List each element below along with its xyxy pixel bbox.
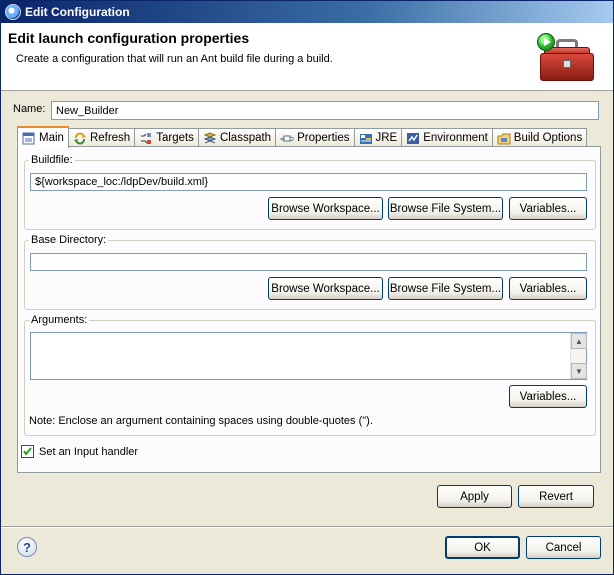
scroll-down-icon[interactable]: ▼: [571, 363, 587, 379]
help-icon[interactable]: ?: [17, 537, 37, 557]
button-bar-separator: [1, 526, 613, 528]
checkmark-icon: [23, 447, 32, 456]
window-title: Edit Configuration: [25, 5, 130, 19]
ok-button[interactable]: OK: [445, 536, 520, 559]
build-options-icon: [497, 132, 511, 145]
run-icon: [537, 33, 555, 51]
tab-build-options[interactable]: Build Options: [491, 128, 588, 147]
tab-label: Main: [39, 132, 64, 144]
base-directory-label: Base Directory:: [29, 234, 109, 246]
revert-button[interactable]: Revert: [518, 485, 594, 508]
base-directory-browse-file-system-button[interactable]: Browse File System...: [388, 277, 503, 300]
toolbox-icon: [532, 33, 598, 85]
base-directory-variables-button[interactable]: Variables...: [509, 277, 587, 300]
tab-label: Classpath: [219, 132, 272, 144]
tab-label: Refresh: [89, 132, 131, 144]
refresh-icon: [73, 132, 87, 145]
tab-targets[interactable]: Targets: [134, 128, 199, 147]
name-input[interactable]: [51, 101, 599, 120]
arguments-scrollbar[interactable]: ▲ ▼: [570, 333, 587, 379]
input-handler-checkbox[interactable]: [21, 445, 34, 458]
main-tab-icon: [22, 132, 36, 145]
base-directory-group: Base Directory: Browse Workspace... Brow…: [24, 234, 596, 310]
buildfile-group: Buildfile: Browse Workspace... Browse Fi…: [24, 154, 596, 230]
edit-configuration-dialog: Edit Configuration Edit launch configura…: [0, 0, 614, 575]
jre-icon: [359, 132, 373, 145]
tab-label: Properties: [297, 132, 350, 144]
classpath-icon: [203, 131, 217, 145]
title-bar[interactable]: Edit Configuration: [1, 1, 613, 23]
buildfile-browse-workspace-button[interactable]: Browse Workspace...: [268, 197, 383, 220]
arguments-label: Arguments:: [29, 314, 90, 326]
name-row: Name:: [13, 103, 51, 115]
cancel-button[interactable]: Cancel: [526, 536, 601, 559]
tab-main[interactable]: Main: [17, 126, 69, 148]
input-handler-label: Set an Input handler: [39, 445, 139, 458]
targets-icon: [139, 132, 153, 145]
tab-jre[interactable]: JRE: [353, 128, 403, 147]
tab-label: Environment: [423, 132, 488, 144]
tab-classpath[interactable]: Classpath: [197, 128, 277, 147]
dialog-header: Edit launch configuration properties Cre…: [1, 23, 613, 91]
scroll-up-icon[interactable]: ▲: [571, 333, 587, 349]
buildfile-input[interactable]: [30, 173, 587, 191]
tab-properties[interactable]: < > Properties: [275, 128, 355, 147]
properties-icon: < >: [280, 132, 296, 145]
main-tab-panel: Buildfile: Browse Workspace... Browse Fi…: [17, 146, 601, 473]
buildfile-label: Buildfile:: [29, 154, 75, 166]
arguments-textarea[interactable]: ▲ ▼: [30, 332, 587, 380]
tab-bar: Main Refresh Targets Classpath < > Proper…: [17, 126, 588, 148]
tab-label: Targets: [156, 132, 194, 144]
name-label: Name:: [13, 103, 46, 115]
base-directory-browse-workspace-button[interactable]: Browse Workspace...: [268, 277, 383, 300]
buildfile-variables-button[interactable]: Variables...: [509, 197, 587, 220]
arguments-group: Arguments: ▲ ▼ Variables... Note: Enclos…: [24, 314, 596, 436]
header-subtitle: Create a configuration that will run an …: [16, 53, 333, 65]
tab-refresh[interactable]: Refresh: [67, 128, 136, 147]
arguments-note: Note: Enclose an argument containing spa…: [29, 415, 373, 427]
apply-button[interactable]: Apply: [437, 485, 512, 508]
base-directory-input[interactable]: [30, 253, 587, 271]
buildfile-browse-file-system-button[interactable]: Browse File System...: [388, 197, 503, 220]
environment-icon: [406, 132, 420, 145]
eclipse-icon: [5, 4, 21, 20]
tab-label: Build Options: [513, 132, 583, 144]
header-title: Edit launch configuration properties: [8, 30, 250, 46]
input-handler-row[interactable]: Set an Input handler: [21, 445, 138, 458]
tab-environment[interactable]: Environment: [401, 128, 493, 147]
arguments-variables-button[interactable]: Variables...: [509, 385, 587, 408]
tab-label: JRE: [375, 132, 398, 144]
svg-text:>: >: [290, 134, 294, 145]
